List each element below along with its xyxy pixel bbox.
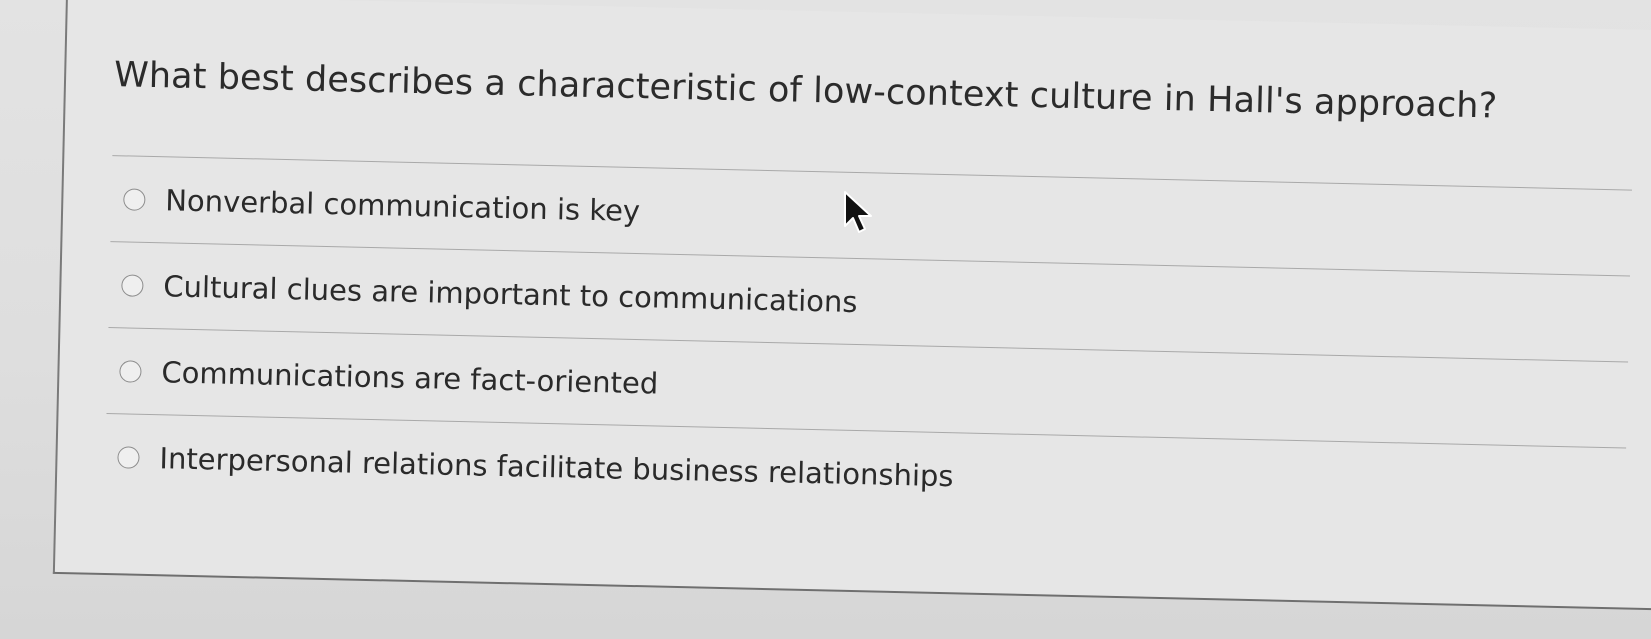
- radio-button[interactable]: [119, 359, 142, 383]
- option-label: Cultural clues are important to communic…: [163, 268, 858, 319]
- option-label: Communications are fact-oriented: [161, 354, 659, 401]
- screen: What best describes a characteristic of …: [0, 0, 1651, 639]
- option-label: Nonverbal communication is key: [164, 182, 641, 228]
- question-card: What best describes a characteristic of …: [52, 0, 1651, 611]
- question-text: What best describes a characteristic of …: [113, 55, 1498, 127]
- radio-button[interactable]: [123, 187, 146, 211]
- radio-button[interactable]: [117, 445, 140, 469]
- option-label: Interpersonal relations facilitate busin…: [159, 440, 954, 493]
- radio-button[interactable]: [121, 273, 144, 297]
- mouse-pointer-icon: [844, 191, 872, 233]
